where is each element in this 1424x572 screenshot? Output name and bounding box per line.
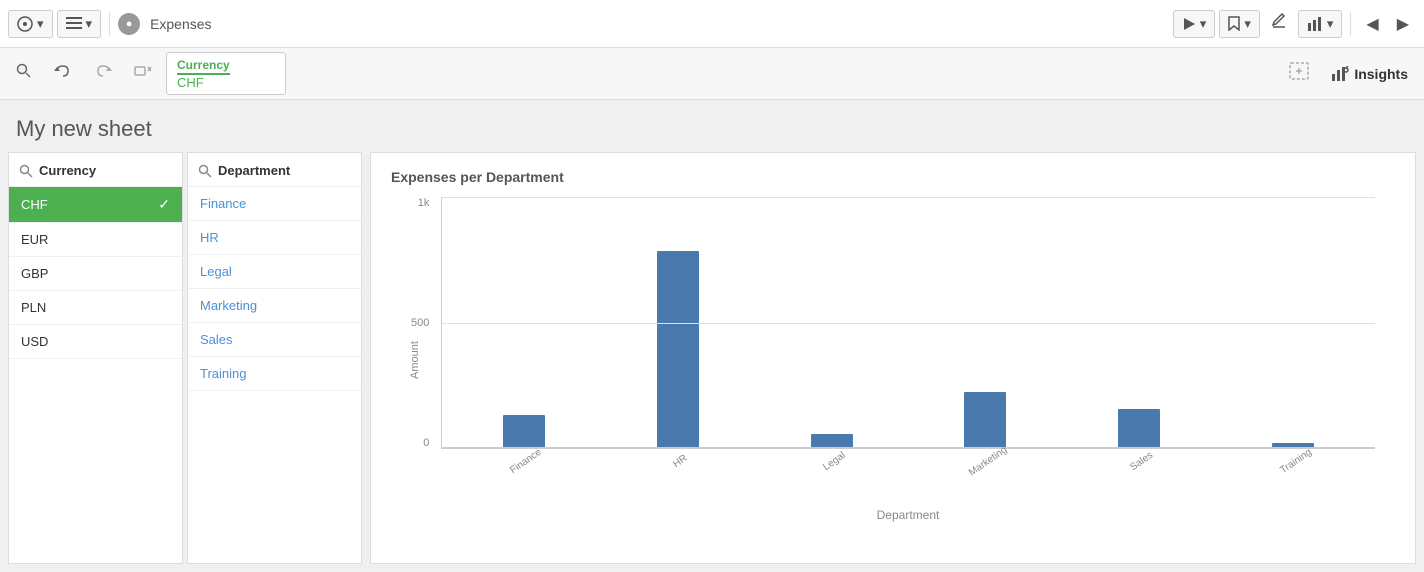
edit-button[interactable] (1264, 8, 1294, 39)
dept-item-finance[interactable]: Finance (188, 187, 361, 221)
x-axis-title: Department (441, 508, 1375, 522)
currency-item-eur[interactable]: EUR (9, 223, 182, 257)
chf-check: ✓ (158, 196, 170, 213)
chart-plot-area (441, 197, 1375, 449)
undo-icon (54, 63, 72, 79)
sheet-title-bar: My new sheet (0, 100, 1424, 152)
toolbar-right: ▾ ▾ ▾ ◀ ▶ (1173, 8, 1416, 39)
play-button[interactable]: ▾ (1173, 10, 1216, 38)
dept-panel-title: Department (218, 163, 290, 178)
chart-button[interactable]: ▾ (1298, 10, 1343, 38)
bookmark-button[interactable]: ▾ (1219, 10, 1260, 38)
clear-icon (134, 63, 152, 79)
top-toolbar: ▾ ▾ ● Expenses ▾ ▾ (0, 0, 1424, 48)
dept-item-sales[interactable]: Sales (188, 323, 361, 357)
x-label-sales: Sales (1067, 453, 1211, 468)
currency-item-gbp[interactable]: GBP (9, 257, 182, 291)
currency-panel-title: Currency (39, 163, 96, 178)
compass-icon (17, 16, 33, 32)
x-label-hr: HR (605, 453, 749, 468)
dept-panel-header: Department (188, 153, 361, 187)
currency-search-icon (19, 164, 33, 178)
sheet-title: My new sheet (16, 116, 1408, 142)
app-logo: ● (118, 13, 140, 35)
filter-bar-right: Insights (1281, 56, 1416, 91)
bar-finance (503, 415, 545, 448)
x-label-training: Training (1221, 453, 1365, 468)
dept-item-marketing[interactable]: Marketing (188, 289, 361, 323)
x-label-legal: Legal (759, 453, 903, 468)
grid-line-bottom (442, 447, 1375, 448)
currency-item-pln[interactable]: PLN (9, 291, 182, 325)
bar-hr (657, 251, 699, 448)
currency-chip-label: Currency (177, 58, 230, 75)
x-label-finance: Finance (451, 453, 595, 468)
selection-icon (1289, 62, 1309, 80)
insights-icon (1331, 66, 1349, 82)
chart-icon (1307, 17, 1323, 31)
chart-panel: Expenses per Department Amount 1k 500 0 (370, 152, 1416, 564)
selection-area-btn[interactable] (1281, 56, 1317, 91)
list-dropdown-arrow: ▾ (86, 16, 93, 32)
filter-bar-left: Currency CHF (8, 52, 286, 95)
forward-button[interactable]: ▶ (1390, 9, 1416, 39)
y-ticks: 1k 500 0 (411, 197, 429, 449)
currency-item-usd[interactable]: USD (9, 325, 182, 359)
app-title: Expenses (150, 16, 211, 32)
grid-line-top (442, 197, 1375, 198)
currency-panel: Currency CHF ✓ EUR GBP PLN USD (8, 152, 183, 564)
bar-legal (811, 434, 853, 448)
currency-item-chf[interactable]: CHF ✓ (9, 187, 182, 223)
currency-panel-header: Currency (9, 153, 182, 187)
main-content: Currency CHF ✓ EUR GBP PLN USD Departmen… (0, 152, 1424, 572)
undo-btn[interactable] (46, 57, 80, 90)
chart-title: Expenses per Department (391, 169, 1395, 185)
list-icon (66, 17, 82, 31)
bar-marketing (964, 392, 1006, 448)
redo-icon (94, 63, 112, 79)
app-menu-button[interactable]: ▾ (8, 10, 53, 38)
dept-item-legal[interactable]: Legal (188, 255, 361, 289)
currency-chip-value: CHF (177, 75, 275, 90)
dept-search-icon (198, 164, 212, 178)
clear-btn[interactable] (126, 57, 160, 90)
filter-bar: Currency CHF Insights (0, 48, 1424, 100)
insights-button[interactable]: Insights (1323, 62, 1416, 86)
play-icon (1182, 17, 1196, 31)
dropdown-arrow: ▾ (37, 16, 44, 32)
toolbar-left: ▾ ▾ ● Expenses (8, 10, 212, 38)
separator1 (109, 12, 110, 36)
x-label-marketing: Marketing (913, 453, 1057, 468)
department-panel: Department Finance HR Legal Marketing Sa… (187, 152, 362, 564)
x-axis-labels: Finance HR Legal Marketing Sales Trainin… (441, 453, 1375, 468)
bar-sales (1118, 409, 1160, 448)
chart-wrapper: Amount 1k 500 0 (441, 197, 1375, 522)
list-menu-button[interactable]: ▾ (57, 10, 102, 38)
dept-item-training[interactable]: Training (188, 357, 361, 391)
currency-filter-chip[interactable]: Currency CHF (166, 52, 286, 95)
separator2 (1350, 12, 1351, 36)
grid-line-mid (442, 323, 1375, 324)
bookmark-icon (1228, 16, 1240, 31)
redo-btn[interactable] (86, 57, 120, 90)
dept-item-hr[interactable]: HR (188, 221, 361, 255)
search-icon (16, 63, 32, 79)
insights-label: Insights (1354, 66, 1408, 82)
back-button[interactable]: ◀ (1359, 9, 1385, 39)
search-filter-btn[interactable] (8, 57, 40, 90)
pencil-icon (1271, 13, 1287, 29)
